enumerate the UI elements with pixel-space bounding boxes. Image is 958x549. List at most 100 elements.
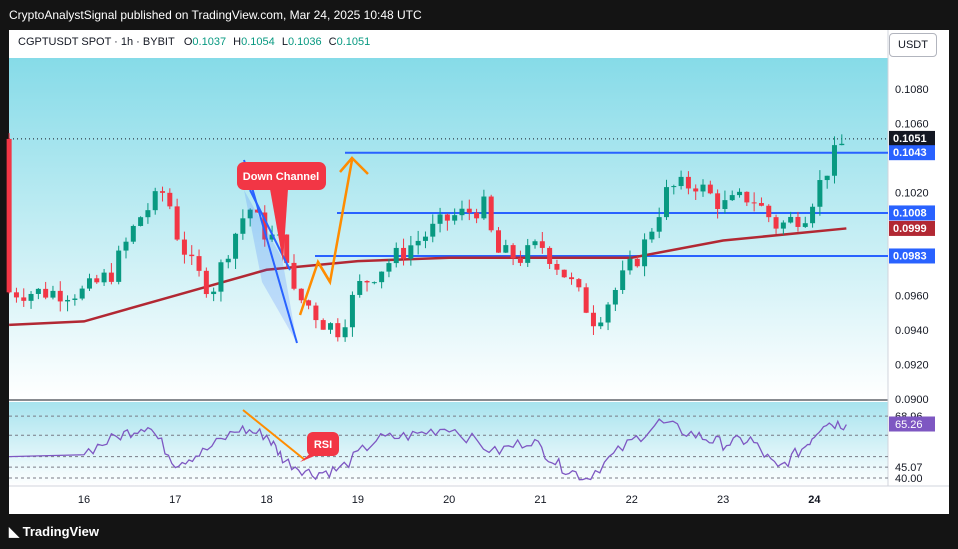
rsi-pane — [9, 402, 888, 486]
candle-body — [379, 271, 385, 283]
candle-body — [466, 208, 472, 213]
candle-body — [160, 191, 166, 193]
candle-body — [810, 206, 816, 224]
candle-body — [561, 269, 567, 278]
candle-body — [211, 291, 217, 295]
candle-body — [678, 176, 684, 187]
candle-body — [627, 258, 633, 271]
low-value: 0.1036 — [287, 36, 322, 48]
candle-body — [444, 214, 450, 221]
candle-body — [225, 258, 231, 263]
candle-body — [554, 263, 560, 270]
candle-body — [532, 241, 538, 246]
candle-body — [320, 320, 326, 330]
high-value: 0.1054 — [241, 36, 275, 48]
candle — [138, 216, 144, 227]
time-tick-label: 20 — [443, 494, 455, 506]
candle-body — [488, 196, 494, 231]
candle-body — [517, 258, 523, 263]
candle — [203, 267, 209, 298]
candle-body — [167, 192, 173, 207]
candle-body — [729, 195, 735, 201]
candle-body — [174, 206, 180, 240]
candle-body — [707, 184, 713, 194]
price-tag: 0.1043 — [889, 145, 935, 161]
candle-body — [393, 247, 399, 264]
candle-body — [123, 241, 129, 251]
candle-body — [583, 287, 589, 313]
candle-body — [152, 191, 158, 211]
candle — [561, 269, 567, 278]
candle-body — [503, 245, 509, 253]
time-tick-label: 23 — [717, 494, 729, 506]
candle-body — [737, 191, 743, 196]
price-tag-value: 0.1043 — [893, 147, 927, 159]
candle-body — [28, 293, 34, 301]
candle-body — [758, 203, 764, 206]
candle-body — [788, 216, 794, 223]
candle-body — [101, 272, 107, 283]
candle-body — [35, 288, 41, 294]
time-tick-label: 24 — [808, 494, 821, 506]
candle-body — [43, 288, 49, 298]
candle-body — [722, 200, 728, 209]
candle-body — [349, 294, 355, 328]
candle — [116, 245, 122, 285]
candle-body — [547, 247, 553, 264]
down-channel-callout-text: Down Channel — [243, 171, 319, 183]
candle-body — [357, 280, 363, 295]
open-value: 0.1037 — [192, 36, 227, 48]
rsi-value-text: 65.26 — [895, 419, 923, 431]
candle — [6, 133, 12, 294]
close-value: 0.1051 — [336, 36, 371, 48]
candle — [130, 224, 136, 244]
candle-body — [21, 297, 27, 301]
candle-body — [539, 241, 545, 248]
time-tick-label: 22 — [626, 494, 638, 506]
candle-body — [598, 322, 604, 327]
candle-body — [430, 223, 436, 237]
price-tick-label: 0.0940 — [895, 325, 929, 337]
candle-body — [802, 223, 808, 227]
candle — [488, 194, 494, 233]
candle-body — [72, 298, 78, 300]
candle-body — [6, 138, 12, 293]
candle-body — [795, 216, 801, 227]
candle — [320, 318, 326, 330]
candle-body — [203, 270, 209, 295]
candle-body — [839, 143, 845, 146]
candle-body — [342, 327, 348, 338]
candle-body — [817, 180, 823, 207]
chart-svg[interactable]: 0.1080 0.1060 0.1020 0.0960 0.0940 0.0920 0.09… — [0, 0, 958, 549]
footer — [0, 514, 958, 549]
price-tag-value: 0.0983 — [893, 250, 927, 262]
candle-body — [700, 184, 706, 192]
symbol-name: CGPTUSDT SPOT · 1h · BYBIT — [18, 36, 175, 48]
candle-body — [459, 208, 465, 216]
time-tick-label: 21 — [534, 494, 546, 506]
currency-button[interactable]: USDT — [889, 33, 937, 57]
candle-body — [766, 205, 772, 218]
candle-body — [671, 186, 677, 188]
candle-body — [86, 278, 92, 289]
price-tag: 0.0999 — [889, 220, 935, 236]
price-pane — [9, 58, 888, 398]
candle-body — [335, 323, 341, 338]
candle-body — [663, 187, 669, 218]
price-tag-value: 0.0999 — [893, 223, 927, 235]
time-tick-label: 16 — [78, 494, 90, 506]
candle-body — [233, 233, 239, 259]
candle-body — [620, 270, 626, 290]
candle — [583, 283, 589, 314]
price-tick-label: 0.1060 — [895, 118, 929, 130]
candle-body — [481, 196, 487, 219]
candle-body — [371, 282, 377, 284]
candle-body — [474, 212, 480, 219]
candle-body — [291, 262, 297, 289]
price-tag: 0.1008 — [889, 205, 935, 221]
tradingview-logo[interactable]: ◣ TradingView — [9, 524, 99, 540]
candle-body — [138, 217, 144, 226]
candle-body — [510, 245, 516, 259]
candle-body — [576, 279, 582, 288]
rsi-tick-label: 40.00 — [895, 473, 923, 485]
